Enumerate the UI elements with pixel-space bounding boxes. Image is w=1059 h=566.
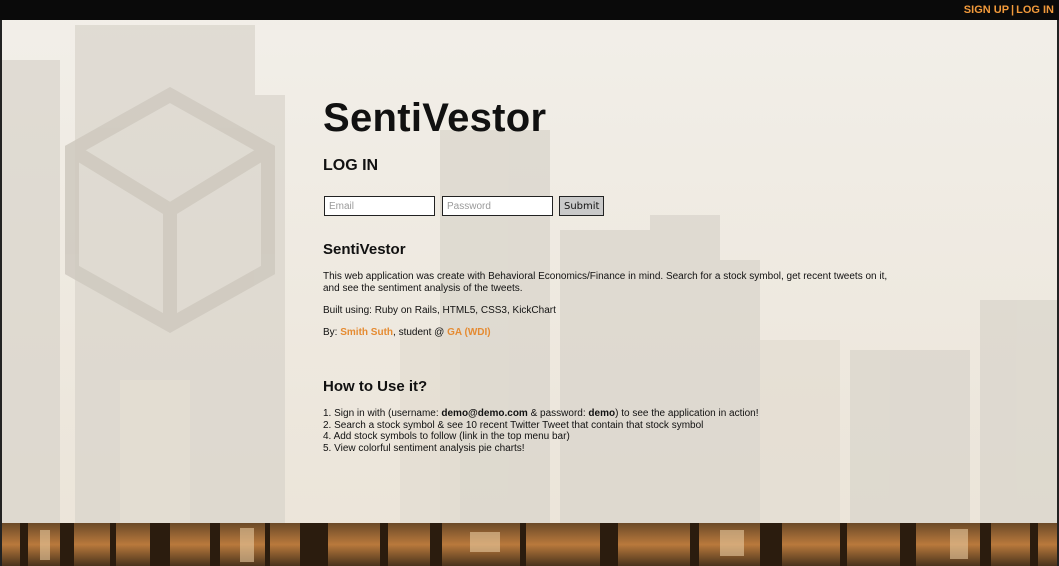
signup-link[interactable]: SIGN UP [964,4,1009,16]
built-using-text: Built using: Ruby on Rails, HTML5, CSS3,… [323,305,556,316]
login-link[interactable]: LOG IN [1016,4,1054,16]
top-nav-bar: SIGN UP | LOG IN [0,0,1059,20]
about-description: This web application was create with Beh… [323,271,888,294]
about-heading: SentiVestor [323,241,406,258]
step-1-text-b: & password: [527,408,589,419]
step-1-text-a: 1. Sign in with (username: [323,408,442,419]
frame-border-left [0,20,2,566]
author-link[interactable]: Smith Suth [340,327,393,338]
step-1-text-c: ) to see the application in action! [615,408,759,419]
app-title: SentiVestor [323,96,547,140]
main-content: SentiVestor LOG IN Submit SentiVestor Th… [323,20,923,454]
step-2: 2. Search a stock symbol & see 10 recent… [323,419,704,431]
author-credit: By: Smith Suth, student @ GA (WDI) [323,327,923,339]
login-heading: LOG IN [323,157,379,174]
step-5: 5. View colorful sentiment analysis pie … [323,442,525,454]
howto-steps: 1. Sign in with (username: demo@demo.com… [323,408,923,454]
submit-button[interactable]: Submit [559,196,605,216]
password-field[interactable] [442,196,553,216]
school-link[interactable]: GA (WDI) [447,327,491,338]
by-middle: , student @ [393,327,448,338]
demo-password: demo [588,408,616,419]
email-field[interactable] [324,196,435,216]
login-form: Submit [323,196,923,216]
top-nav-links: SIGN UP | LOG IN [964,4,1054,16]
demo-username: demo@demo.com [441,408,528,419]
howto-heading: How to Use it? [323,378,428,395]
step-1: 1. Sign in with (username: demo@demo.com… [323,408,923,420]
step-4: 4. Add stock symbols to follow (link in … [323,431,570,442]
by-prefix: By: [323,327,341,338]
